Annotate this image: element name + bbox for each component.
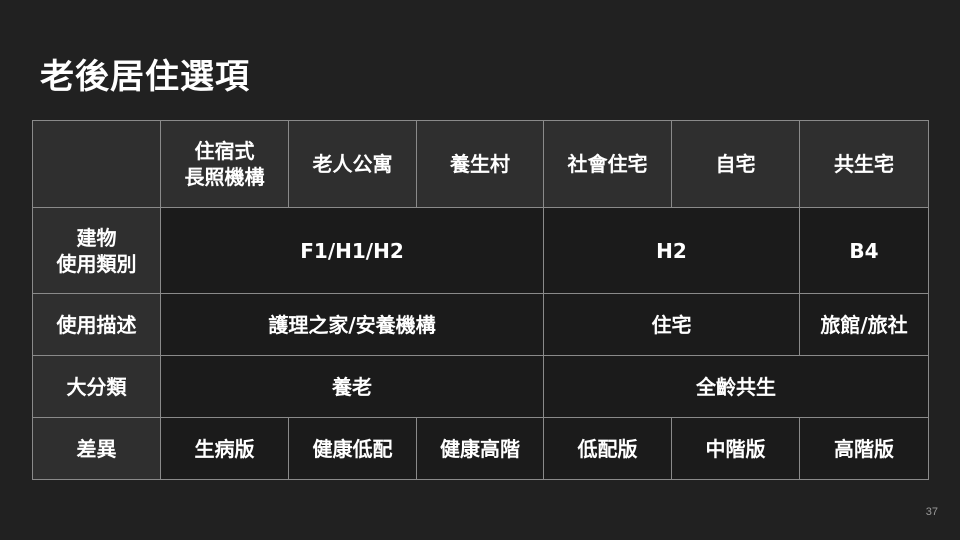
difference-cell: 健康低配 [288,417,417,480]
table-corner-cell [32,120,161,208]
column-header-line: 共生宅 [834,152,894,176]
major-category-cell: 養老 [160,355,544,418]
table-row-building-use: 建物 使用類別 F1/H1/H2 H2 B4 [32,207,929,294]
column-header-social-housing: 社會住宅 [543,120,672,208]
row-header-line: 建物 [76,225,117,250]
use-description-cell: 護理之家/安養機構 [160,293,544,356]
column-header-senior-apartment: 老人公寓 [288,120,417,208]
use-description-cell: 住宅 [543,293,800,356]
difference-cell: 健康高階 [416,417,544,480]
building-use-cell: F1/H1/H2 [160,207,544,294]
column-header-line: 社會住宅 [567,152,648,176]
housing-options-table: 住宿式 長照機構 老人公寓 養生村 社會住宅 自宅 共生宅 建物 使用類別 F1… [32,120,929,480]
table-row-difference: 差異 生病版 健康低配 健康高階 低配版 中階版 高階版 [32,417,929,480]
difference-cell: 低配版 [543,417,672,480]
table-row-major-category: 大分類 養老 全齡共生 [32,355,929,418]
difference-cell: 生病版 [160,417,289,480]
column-header-own-home: 自宅 [671,120,800,208]
column-header-line: 老人公寓 [312,152,393,176]
building-use-cell: H2 [543,207,800,294]
page-number: 37 [925,506,938,518]
row-header-major-category: 大分類 [32,355,161,418]
column-header-line: 長照機構 [184,165,265,189]
row-header-difference: 差異 [32,417,161,480]
column-header-line: 養生村 [450,152,510,176]
use-description-cell: 旅館/旅社 [799,293,929,356]
column-header-line: 住宿式 [194,139,255,163]
column-header-co-living: 共生宅 [799,120,929,208]
column-header-long-term-care: 住宿式 長照機構 [160,120,289,208]
column-header-retirement-village: 養生村 [416,120,544,208]
table-header-row: 住宿式 長照機構 老人公寓 養生村 社會住宅 自宅 共生宅 [32,120,929,208]
column-header-line: 自宅 [715,152,756,176]
building-use-cell: B4 [799,207,929,294]
major-category-cell: 全齡共生 [543,355,929,418]
difference-cell: 中階版 [671,417,800,480]
row-header-use-description: 使用描述 [32,293,161,356]
table-row-use-description: 使用描述 護理之家/安養機構 住宅 旅館/旅社 [32,293,929,356]
slide-title: 老後居住選項 [40,57,250,97]
difference-cell: 高階版 [799,417,929,480]
row-header-line: 使用類別 [56,251,137,276]
row-header-building-use: 建物 使用類別 [32,207,161,294]
